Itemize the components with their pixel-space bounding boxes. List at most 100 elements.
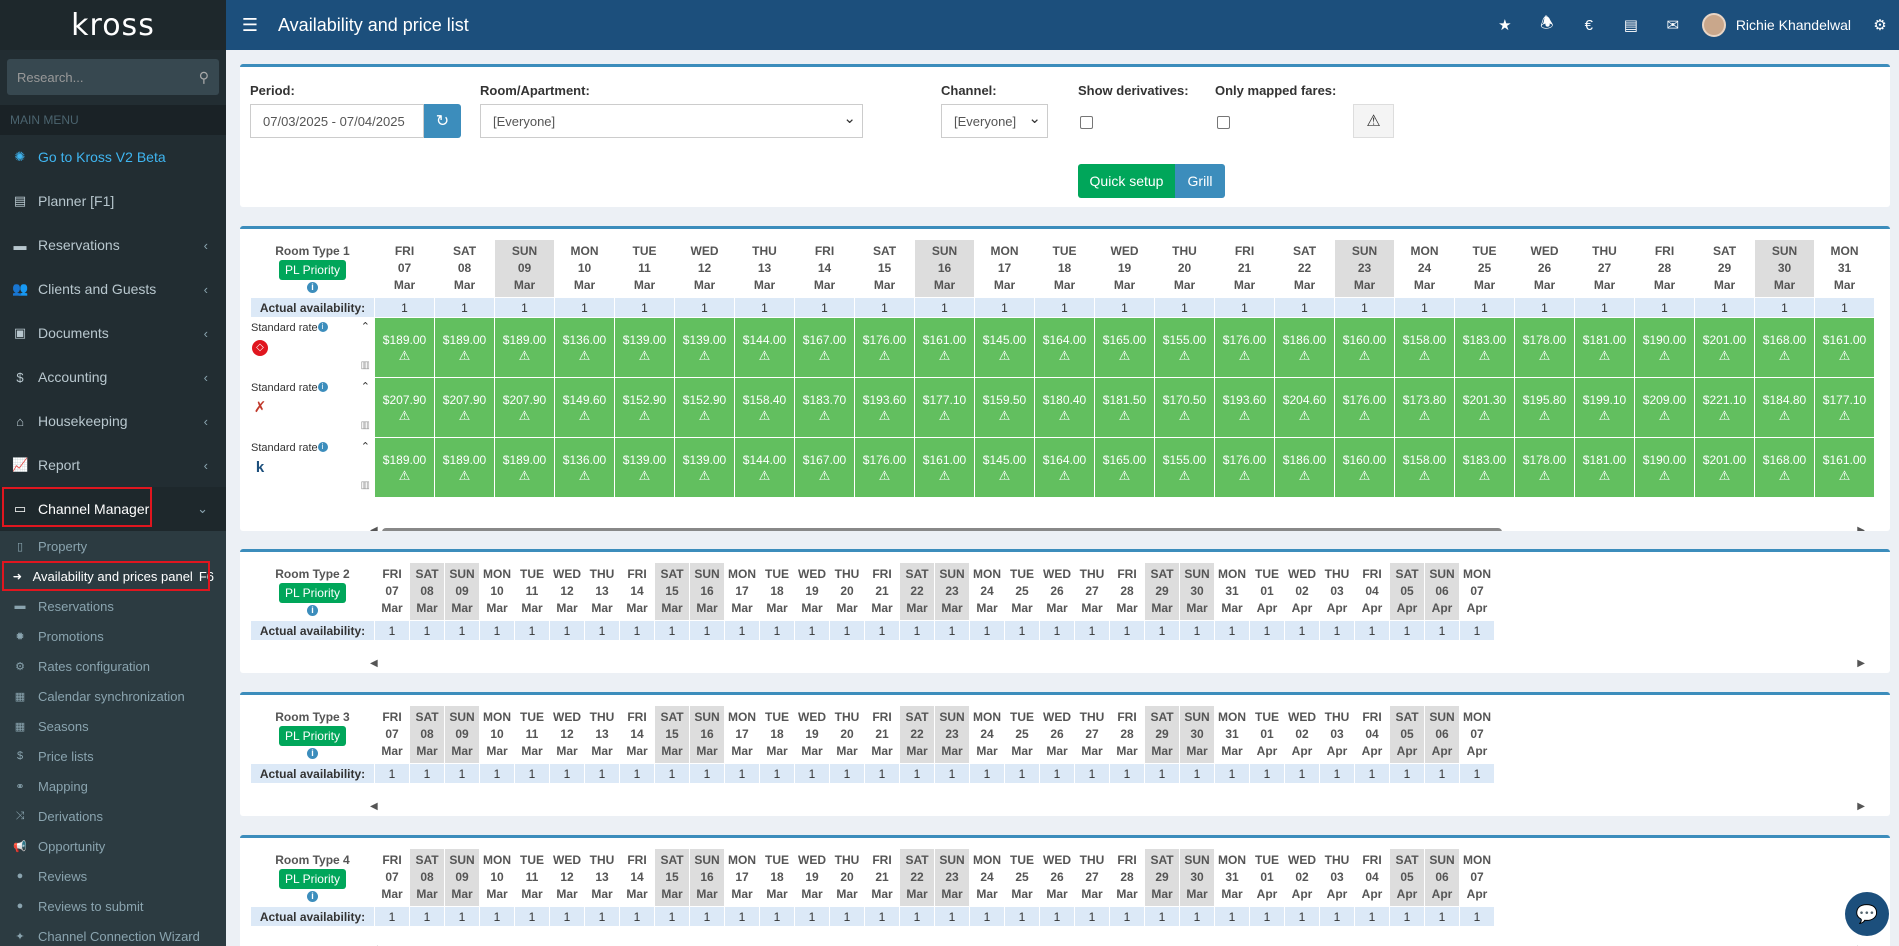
availability-value[interactable]: 1: [1389, 620, 1425, 641]
horizontal-scrollbar[interactable]: ◀▶: [370, 525, 1865, 531]
availability-value[interactable]: 1: [1039, 906, 1075, 927]
submenu-item-reviews-to-submit[interactable]: ● Reviews to submit: [0, 891, 226, 921]
price-cell[interactable]: $136.00 ⚠: [554, 317, 615, 378]
scroll-left-icon[interactable]: ◀: [370, 658, 378, 669]
availability-value[interactable]: 1: [724, 906, 760, 927]
submenu-item-promotions[interactable]: ✹ Promotions: [0, 621, 226, 651]
price-cell[interactable]: $193.60 ⚠: [1214, 377, 1275, 438]
search-icon[interactable]: ⚲: [199, 69, 209, 86]
info-icon[interactable]: i: [307, 891, 318, 902]
price-cell[interactable]: $159.50 ⚠: [974, 377, 1035, 438]
price-cell[interactable]: $167.00 ⚠: [794, 317, 855, 378]
availability-value[interactable]: 1: [1074, 620, 1110, 641]
price-cell[interactable]: $180.40 ⚠: [1034, 377, 1095, 438]
bar-chart-icon[interactable]: ▥: [361, 360, 370, 371]
refresh-icon[interactable]: ↻: [424, 104, 461, 138]
availability-value[interactable]: 1: [619, 620, 655, 641]
availability-value[interactable]: 1: [1034, 297, 1095, 318]
availability-value[interactable]: 1: [374, 297, 435, 318]
price-cell[interactable]: $178.00 ⚠: [1514, 437, 1575, 498]
availability-value[interactable]: 1: [1004, 763, 1040, 784]
sidebar-item-go-to-kross-v2-beta[interactable]: ✺ Go to Kross V2 Beta: [0, 135, 226, 179]
scroll-left-icon[interactable]: ◀: [370, 801, 378, 812]
warning-icon[interactable]: ⚠: [1353, 104, 1394, 138]
availability-value[interactable]: 1: [409, 906, 445, 927]
availability-value[interactable]: 1: [1424, 763, 1460, 784]
price-cell[interactable]: $189.00 ⚠: [374, 317, 435, 378]
availability-value[interactable]: 1: [1004, 620, 1040, 641]
availability-value[interactable]: 1: [434, 297, 495, 318]
availability-value[interactable]: 1: [514, 906, 550, 927]
price-cell[interactable]: $201.00 ⚠: [1694, 317, 1755, 378]
price-cell[interactable]: $176.00 ⚠: [1214, 317, 1275, 378]
bar-chart-icon[interactable]: ▥: [361, 480, 370, 491]
availability-value[interactable]: 1: [1459, 620, 1495, 641]
price-cell[interactable]: $158.40 ⚠: [734, 377, 795, 438]
bar-chart-icon[interactable]: ▥: [361, 420, 370, 431]
horizontal-scrollbar[interactable]: ◀▶: [370, 658, 1865, 670]
pl-priority-badge[interactable]: PL Priority: [279, 583, 346, 603]
availability-value[interactable]: 1: [1284, 763, 1320, 784]
submenu-item-rates-configuration[interactable]: ⚙ Rates configuration: [0, 651, 226, 681]
chevron-up-icon[interactable]: ⌃: [361, 380, 370, 393]
availability-value[interactable]: 1: [794, 297, 855, 318]
availability-value[interactable]: 1: [934, 763, 970, 784]
availability-value[interactable]: 1: [554, 297, 615, 318]
price-cell[interactable]: $149.60 ⚠: [554, 377, 615, 438]
price-cell[interactable]: $207.90 ⚠: [434, 377, 495, 438]
availability-value[interactable]: 1: [514, 763, 550, 784]
availability-value[interactable]: 1: [1459, 763, 1495, 784]
availability-value[interactable]: 1: [934, 906, 970, 927]
gear-icon[interactable]: ⚙: [1865, 16, 1895, 34]
availability-value[interactable]: 1: [864, 763, 900, 784]
availability-value[interactable]: 1: [969, 763, 1005, 784]
availability-value[interactable]: 1: [899, 763, 935, 784]
chevron-up-icon[interactable]: ⌃: [361, 440, 370, 453]
availability-value[interactable]: 1: [1039, 620, 1075, 641]
price-cell[interactable]: $155.00 ⚠: [1154, 317, 1215, 378]
price-cell[interactable]: $183.00 ⚠: [1454, 317, 1515, 378]
sidebar-item-documents[interactable]: ▣ Documents ‹: [0, 311, 226, 355]
availability-value[interactable]: 1: [969, 906, 1005, 927]
availability-value[interactable]: 1: [374, 906, 410, 927]
price-cell[interactable]: $160.00 ⚠: [1334, 317, 1395, 378]
user-menu[interactable]: Richie Khandelwal: [1701, 13, 1851, 37]
price-cell[interactable]: $181.50 ⚠: [1094, 377, 1155, 438]
availability-value[interactable]: 1: [584, 906, 620, 927]
availability-value[interactable]: 1: [864, 906, 900, 927]
availability-value[interactable]: 1: [1179, 906, 1215, 927]
submenu-item-channel-connection-wizard[interactable]: ✦ Channel Connection Wizard: [0, 921, 226, 946]
info-icon[interactable]: i: [307, 748, 318, 759]
price-cell[interactable]: $221.10 ⚠: [1694, 377, 1755, 438]
scroll-left-icon[interactable]: ◀: [370, 525, 378, 531]
availability-value[interactable]: 1: [724, 763, 760, 784]
scroll-right-icon[interactable]: ▶: [1857, 525, 1865, 531]
scroll-right-icon[interactable]: ▶: [1857, 658, 1865, 669]
availability-value[interactable]: 1: [1334, 297, 1395, 318]
price-cell[interactable]: $161.00 ⚠: [1814, 437, 1875, 498]
sidebar-item-reservations[interactable]: ▬ Reservations ‹: [0, 223, 226, 267]
availability-value[interactable]: 1: [1179, 763, 1215, 784]
chat-icon[interactable]: ✉: [1652, 16, 1694, 34]
availability-value[interactable]: 1: [759, 763, 795, 784]
scroll-right-icon[interactable]: ▶: [1857, 801, 1865, 812]
availability-value[interactable]: 1: [444, 906, 480, 927]
sidebar-item-clients-and-guests[interactable]: 👥 Clients and Guests ‹: [0, 267, 226, 311]
availability-value[interactable]: 1: [1074, 906, 1110, 927]
availability-value[interactable]: 1: [1459, 906, 1495, 927]
price-cell[interactable]: $155.00 ⚠: [1154, 437, 1215, 498]
availability-value[interactable]: 1: [1249, 906, 1285, 927]
price-cell[interactable]: $204.60 ⚠: [1274, 377, 1335, 438]
price-cell[interactable]: $186.00 ⚠: [1274, 317, 1335, 378]
price-cell[interactable]: $173.80 ⚠: [1394, 377, 1455, 438]
submenu-item-mapping[interactable]: ⚭ Mapping: [0, 771, 226, 801]
availability-value[interactable]: 1: [724, 620, 760, 641]
availability-value[interactable]: 1: [1214, 620, 1250, 641]
availability-value[interactable]: 1: [1514, 297, 1575, 318]
availability-value[interactable]: 1: [1389, 906, 1425, 927]
availability-value[interactable]: 1: [444, 620, 480, 641]
price-cell[interactable]: $165.00 ⚠: [1094, 437, 1155, 498]
availability-value[interactable]: 1: [969, 620, 1005, 641]
availability-value[interactable]: 1: [1214, 763, 1250, 784]
price-cell[interactable]: $168.00 ⚠: [1754, 317, 1815, 378]
